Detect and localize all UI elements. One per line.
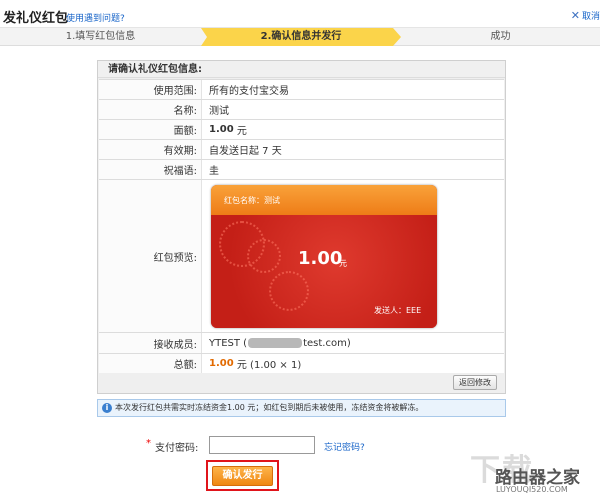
confirm-panel: 请确认礼仪红包信息: 使用范围: 所有的支付宝交易 名称: 测试 面额: 1.0… bbox=[97, 60, 506, 394]
confirm-highlight-box: 确认发行 bbox=[206, 460, 279, 491]
panel-heading: 请确认礼仪红包信息: bbox=[98, 61, 505, 78]
freeze-notice: i 本次发行红包共需实时冻结资金1.00 元；如红包到期后未被使用，冻结资金将被… bbox=[97, 399, 506, 417]
card-unit: 元 bbox=[339, 259, 347, 268]
confirm-issue-button[interactable]: 确认发行 bbox=[212, 466, 273, 486]
row-recipients: 接收成员: YTEST (test.com) bbox=[99, 332, 504, 353]
row-name: 名称: 测试 bbox=[99, 99, 504, 119]
card-ornament bbox=[247, 239, 281, 273]
total-amount: 1.00 bbox=[209, 358, 234, 369]
card-name: 红包名称：测试 bbox=[224, 196, 280, 205]
row-validity: 有效期: 自发送日起 7 天 bbox=[99, 139, 504, 159]
required-mark: * bbox=[146, 438, 151, 449]
card-sender: 发送人：EEE bbox=[374, 306, 422, 315]
payment-password-input[interactable] bbox=[209, 436, 315, 454]
row-preview: 红包预览: 红包名称：测试 1.00 元 发送人：EEE bbox=[99, 179, 504, 332]
step-fill-info: 1.填写红包信息 bbox=[65, 31, 136, 42]
row-face-value: 面额: 1.00 元 bbox=[99, 119, 504, 139]
red-packet-preview: 红包名称：测试 1.00 元 发送人：EEE bbox=[211, 185, 437, 328]
watermark-url: LUYOUQI520.COM bbox=[496, 485, 568, 494]
back-edit-button[interactable]: 返回修改 bbox=[453, 375, 497, 390]
progress-steps: 1.填写红包信息 2.确认信息并发行 成功 bbox=[0, 28, 600, 46]
notice-text: 本次发行红包共需实时冻结资金1.00 元；如红包到期后未被使用，冻结资金将被解冻… bbox=[115, 403, 424, 412]
step-confirm-active: 2.确认信息并发行 bbox=[201, 28, 401, 46]
close-button[interactable]: ✕ 取消 bbox=[571, 9, 600, 22]
help-link[interactable]: 使用遇到问题? bbox=[66, 11, 125, 24]
site-watermark: 下载 路由器之家 LUYOUQI520.COM bbox=[470, 445, 600, 502]
password-label: 支付密码: bbox=[155, 443, 199, 454]
info-icon: i bbox=[102, 403, 112, 413]
step-success: 成功 bbox=[490, 31, 511, 42]
close-label: 取消 bbox=[581, 12, 600, 22]
dialog-header: 发礼仪红包 使用遇到问题? ✕ 取消 bbox=[0, 0, 600, 28]
row-scope: 使用范围: 所有的支付宝交易 bbox=[99, 79, 504, 99]
card-amount: 1.00 bbox=[298, 248, 343, 269]
close-icon: ✕ bbox=[570, 9, 580, 22]
row-greeting: 祝福语: 圭 bbox=[99, 159, 504, 179]
dialog-title: 发礼仪红包 bbox=[3, 11, 69, 26]
row-total: 总额: 1.00 元 (1.00 × 1) bbox=[99, 353, 504, 373]
redacted-email bbox=[248, 338, 303, 348]
card-ornament bbox=[269, 271, 309, 311]
forgot-password-link[interactable]: 忘记密码? bbox=[324, 440, 365, 453]
